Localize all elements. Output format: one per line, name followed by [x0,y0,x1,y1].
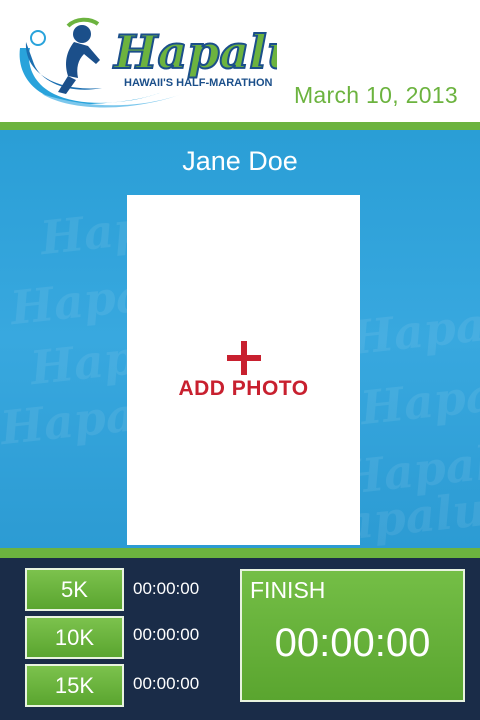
main-panel: Hapalua Hapalua Hapalua Hapalua Hapalua … [0,130,480,548]
split-5k-button[interactable]: 5K [25,568,124,611]
divider-top [0,122,480,130]
finish-label: FINISH [250,577,326,603]
split-5k-time: 00:00:00 [133,579,200,598]
split-15k-button[interactable]: 15K [25,664,124,707]
runner-name: Jane Doe [182,146,298,176]
divider-bottom [0,548,480,558]
split-15k-time: 00:00:00 [133,674,200,693]
add-photo-button[interactable]: ADD PHOTO [127,195,360,545]
watermark-logo: Hapalua [347,288,480,366]
hapalua-logo: Hapalua HAWAII'S HALF-MARATHON [19,17,277,108]
plus-icon [127,341,360,375]
header: Hapalua HAWAII'S HALF-MARATHON March 10,… [0,0,480,122]
race-date: March 10, 2013 [293,82,458,108]
split-10k-button[interactable]: 10K [25,616,124,659]
logo-title: Hapalua [112,25,277,79]
split-10k-time: 00:00:00 [133,625,200,644]
logo-subtitle: HAWAII'S HALF-MARATHON [124,77,273,89]
finish-time: 00:00:00 [274,621,431,665]
add-photo-label: ADD PHOTO [178,377,309,400]
timer-panel: 5K 00:00:00 10K 00:00:00 15K 00:00:00 FI… [0,558,480,720]
finish-button[interactable]: FINISH 00:00:00 [240,569,465,702]
watermark-logo: Hapalua [357,358,480,436]
